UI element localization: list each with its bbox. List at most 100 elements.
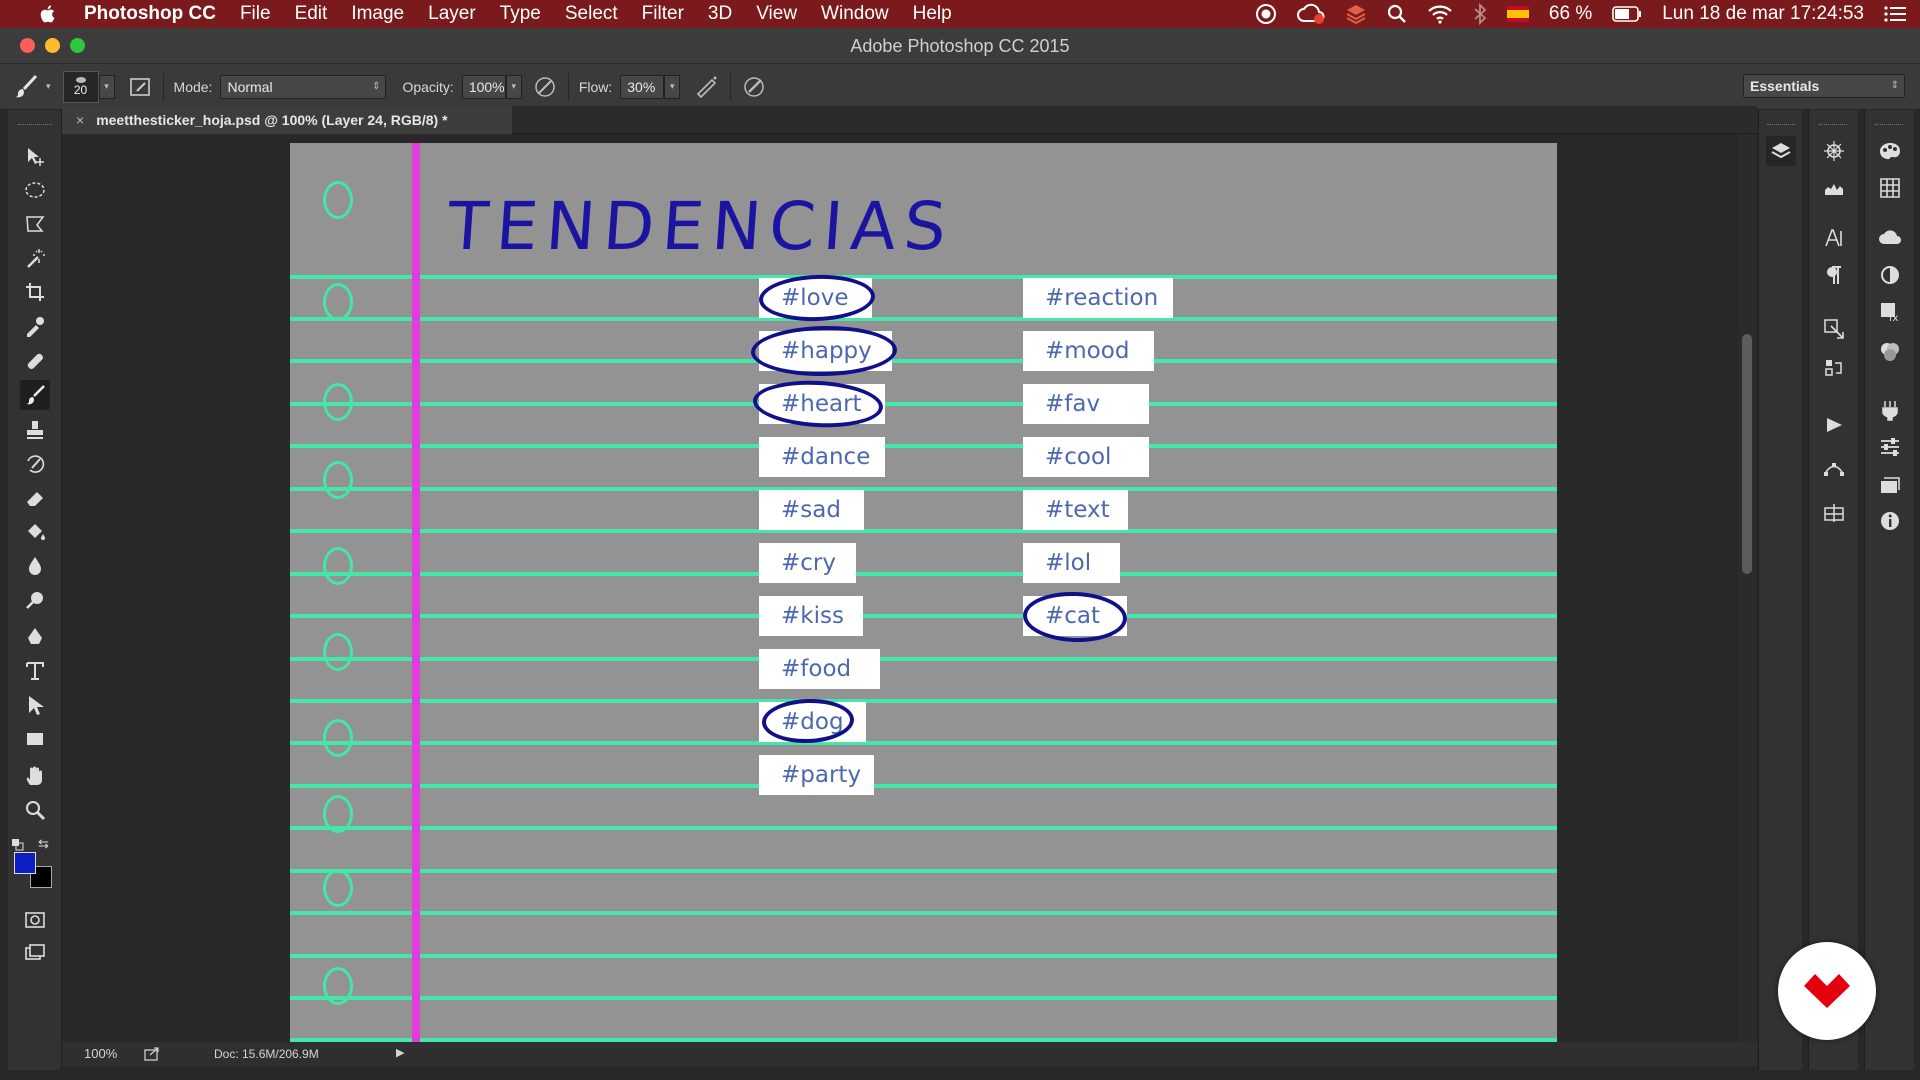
menu-image[interactable]: Image: [351, 3, 404, 25]
eraser-tool[interactable]: [20, 483, 50, 513]
share-icon[interactable]: [144, 1047, 160, 1061]
window-title: Adobe Photoshop CC 2015: [850, 36, 1070, 56]
layer-comps-panel-button[interactable]: [1875, 469, 1905, 499]
screen-mode-button[interactable]: [20, 938, 50, 968]
magic-wand-tool[interactable]: [20, 243, 50, 273]
swap-colors-icon[interactable]: ⇆: [38, 836, 49, 852]
paint-bucket-tool[interactable]: [20, 517, 50, 547]
info-panel-button[interactable]: [1875, 506, 1905, 536]
creative-cloud-icon[interactable]: [1296, 3, 1325, 25]
character-panel-button[interactable]: [1819, 223, 1849, 253]
battery-icon[interactable]: [1612, 6, 1642, 22]
foreground-color-swatch[interactable]: [14, 852, 36, 874]
adjustments-panel-button[interactable]: [1875, 260, 1905, 290]
vertical-scrollbar[interactable]: [1738, 134, 1756, 1042]
brush-preset-dropdown[interactable]: ▾: [98, 74, 115, 99]
adjustments-icon: [1881, 266, 1899, 284]
histogram-panel-button[interactable]: [1819, 173, 1849, 203]
vertical-scroll-thumb[interactable]: [1742, 334, 1752, 574]
flow-input[interactable]: 30%: [620, 74, 665, 99]
menu-layer[interactable]: Layer: [428, 3, 476, 25]
tool-preset-dropdown-icon[interactable]: ▾: [46, 81, 51, 92]
swatches-panel-button[interactable]: [1875, 173, 1905, 203]
wifi-icon[interactable]: [1427, 4, 1453, 24]
brand-logo-badge: [1778, 942, 1876, 1040]
healing-brush-tool[interactable]: [20, 346, 50, 376]
rectangle-tool[interactable]: [20, 724, 50, 754]
type-tool[interactable]: [20, 656, 50, 686]
airbrush-icon[interactable]: [694, 74, 720, 100]
paths-panel-button[interactable]: [1819, 455, 1849, 485]
zoom-tool[interactable]: [20, 795, 50, 825]
history-brush-tool[interactable]: [20, 449, 50, 479]
color-panel-button[interactable]: [1875, 136, 1905, 166]
elliptical-marquee-tool[interactable]: [20, 175, 50, 205]
bluetooth-icon[interactable]: [1473, 3, 1487, 25]
crop-tool[interactable]: [20, 277, 50, 307]
polygonal-lasso-tool[interactable]: [20, 209, 50, 239]
app-menu[interactable]: Photoshop CC: [84, 3, 216, 25]
flow-slider-button[interactable]: ▾: [664, 74, 681, 99]
notification-center-icon[interactable]: [1884, 5, 1906, 23]
zoom-level[interactable]: 100%: [84, 1046, 117, 1061]
brush-preset-picker[interactable]: 20: [62, 70, 99, 103]
navigator-panel-button[interactable]: [1819, 136, 1849, 166]
menu-file[interactable]: File: [240, 3, 271, 25]
layers-panel-button[interactable]: [1766, 136, 1796, 166]
brush-presets-panel-button[interactable]: [1875, 395, 1905, 425]
workspace-switcher[interactable]: Essentials ⇕: [1743, 74, 1905, 98]
menu-select[interactable]: Select: [565, 3, 618, 25]
menu-view[interactable]: View: [756, 3, 797, 25]
menu-window[interactable]: Window: [821, 3, 889, 25]
flag-spain-icon[interactable]: [1506, 6, 1529, 22]
panel-grip[interactable]: [1767, 124, 1795, 125]
panel-grip[interactable]: [18, 124, 52, 126]
document-tab[interactable]: × meetthesticker_hoja.psd @ 100% (Layer …: [62, 106, 512, 134]
menu-filter[interactable]: Filter: [642, 3, 684, 25]
menu-type[interactable]: Type: [500, 3, 541, 25]
opacity-slider-button[interactable]: ▾: [505, 74, 522, 99]
menu-3d[interactable]: 3D: [708, 3, 732, 25]
clone-stamp-tool[interactable]: [20, 415, 50, 445]
menubar-clock[interactable]: Lun 18 de mar 17:24:53: [1662, 3, 1864, 25]
paragraph-panel-button[interactable]: [1819, 260, 1849, 290]
pen-tool[interactable]: [20, 622, 50, 652]
status-menu-arrow-icon[interactable]: ▶: [396, 1046, 404, 1059]
clone-source-panel-button[interactable]: [1819, 314, 1849, 344]
brush-tool[interactable]: [20, 380, 50, 410]
apple-icon[interactable]: [34, 3, 62, 25]
timeline-panel-button[interactable]: [1819, 498, 1849, 528]
opacity-input[interactable]: 100%: [461, 74, 506, 99]
stack-app-icon[interactable]: [1345, 3, 1367, 25]
actions-panel-button[interactable]: [1819, 410, 1849, 440]
doc-size-info[interactable]: Doc: 15.6M/206.9M: [214, 1047, 319, 1061]
menu-edit[interactable]: Edit: [295, 3, 328, 25]
move-tool[interactable]: [20, 142, 50, 172]
menu-help[interactable]: Help: [913, 3, 952, 25]
pressure-opacity-icon[interactable]: [532, 74, 558, 100]
path-selection-tool[interactable]: [20, 690, 50, 720]
eyedropper-tool[interactable]: [20, 311, 50, 341]
close-document-icon[interactable]: ×: [76, 112, 84, 128]
document-canvas[interactable]: TENDENCIAS #love #happy #heart #dance #s…: [290, 143, 1557, 1043]
workspace-name: Essentials: [1750, 78, 1820, 94]
spotlight-search-icon[interactable]: [1387, 4, 1407, 24]
properties-panel-button[interactable]: [1875, 432, 1905, 462]
brush-panel-toggle-icon[interactable]: [129, 76, 153, 98]
styles-panel-button[interactable]: fx: [1875, 297, 1905, 327]
channels-panel-button[interactable]: [1875, 337, 1905, 367]
hand-tool[interactable]: [20, 761, 50, 791]
dodge-tool[interactable]: [20, 585, 50, 615]
libraries-panel-button[interactable]: [1875, 223, 1905, 253]
quick-mask-button[interactable]: [20, 905, 50, 935]
history-panel-button[interactable]: [1819, 353, 1849, 383]
brush-tool-preset-icon[interactable]: [12, 72, 42, 102]
blur-tool[interactable]: [20, 551, 50, 581]
panel-grip[interactable]: [1819, 124, 1847, 125]
panel-grip[interactable]: [1875, 124, 1903, 125]
collapsed-dock-layers: [1758, 110, 1802, 1070]
cloud-libraries-icon: [1879, 230, 1901, 244]
blend-mode-select[interactable]: Normal ⇕: [220, 74, 387, 99]
record-icon[interactable]: [1255, 3, 1277, 25]
pressure-size-icon[interactable]: [741, 74, 767, 100]
